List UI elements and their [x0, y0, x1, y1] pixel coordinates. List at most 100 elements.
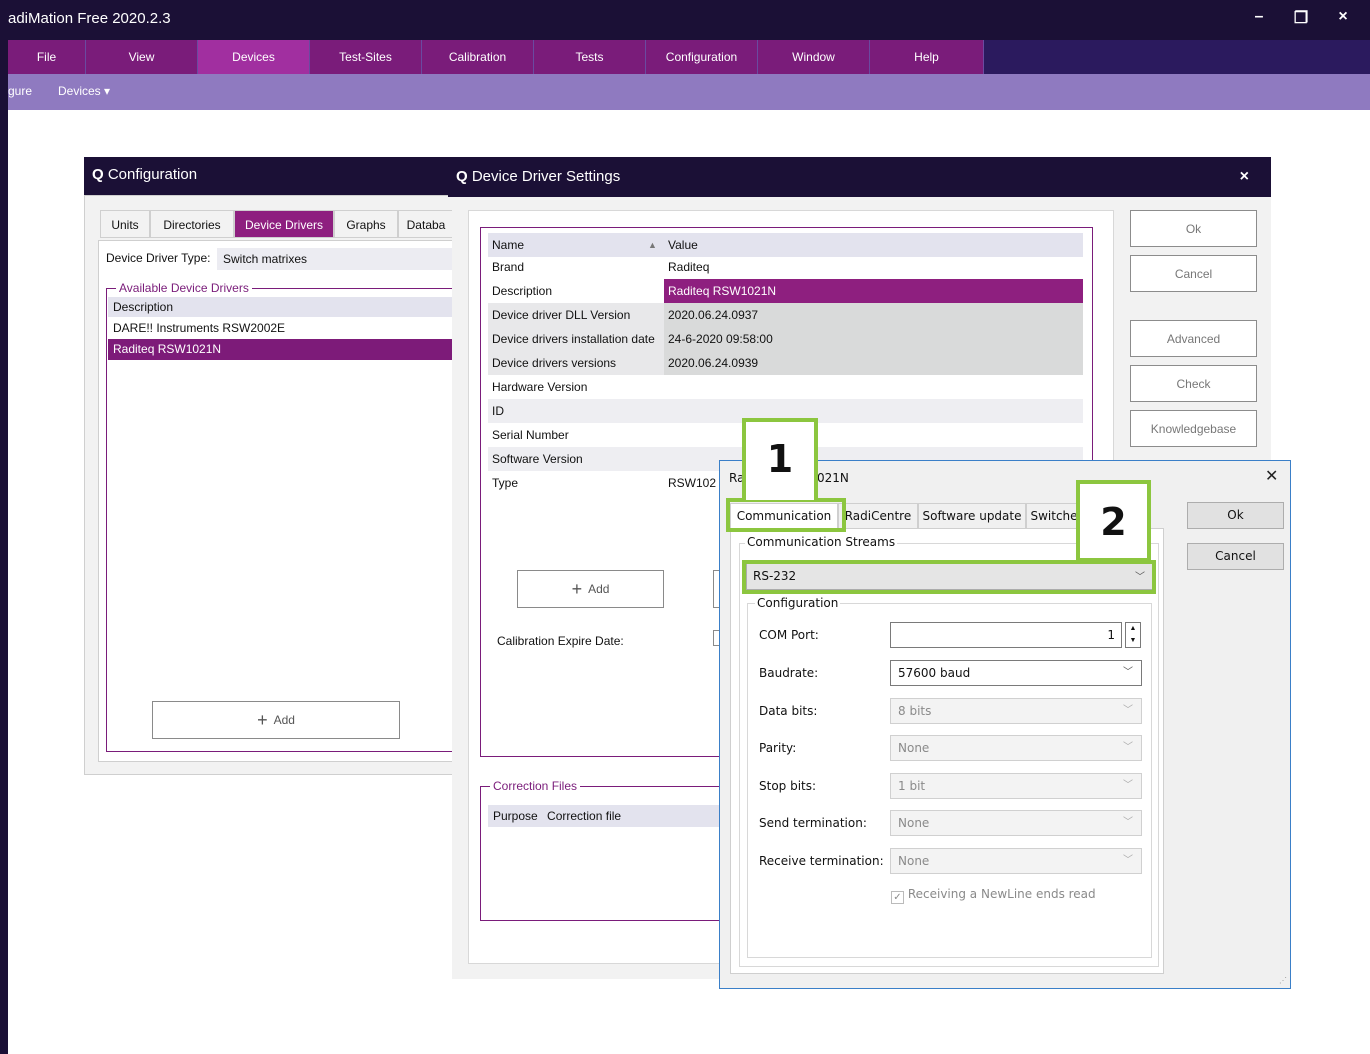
property-value: 24-6-2020 09:58:00 [668, 332, 773, 346]
baudrate-select[interactable]: 57600 baud ﹀ [890, 660, 1142, 686]
chevron-down-icon: ﹀ [1123, 855, 1133, 866]
table-row[interactable]: Device drivers installation date 24-6-202… [488, 327, 1083, 351]
resize-grip-icon[interactable]: ⋰ [1279, 976, 1287, 985]
dialog-ok-button[interactable]: Ok [1187, 502, 1284, 529]
property-grid-header: Name ▲ Value [488, 233, 1083, 257]
purpose-column-header[interactable]: Purpose [493, 809, 538, 823]
driver-type-label: Device Driver Type: [106, 251, 211, 265]
menu-help[interactable]: Help [870, 40, 984, 74]
menu-view[interactable]: View [86, 40, 198, 74]
com-port-stepper[interactable]: 1 [890, 622, 1122, 648]
spin-down-icon[interactable]: ▼ [1130, 637, 1137, 644]
table-row[interactable]: Device drivers versions 2020.06.24.0939 [488, 351, 1083, 375]
correction-file-column-header[interactable]: Correction file [547, 809, 621, 823]
available-drivers-label: Available Device Drivers [116, 281, 252, 295]
menu-tests[interactable]: Tests [534, 40, 646, 74]
close-icon[interactable]: × [1240, 168, 1249, 186]
property-value: 2020.06.24.0937 [668, 308, 759, 322]
minimize-icon[interactable]: – [1244, 8, 1274, 32]
com-port-spin-buttons[interactable]: ▲ ▼ [1125, 622, 1141, 648]
configuration-titlebar: Q Configuration [84, 157, 454, 195]
property-name: Brand [492, 260, 525, 274]
tab-databases[interactable]: Databa [398, 210, 454, 238]
parity-value: None [898, 741, 930, 755]
tab-radicentre[interactable]: RadiCentre [838, 503, 918, 529]
baudrate-value: 57600 baud [898, 666, 971, 680]
property-value: Raditeq RSW1021N [668, 284, 777, 298]
menu-test-sites[interactable]: Test-Sites [310, 40, 422, 74]
newline-checkbox: ✓ Receiving a NewLine ends read [891, 887, 1096, 904]
subtoolbar-devices-dropdown[interactable]: Devices ▾ [58, 84, 110, 98]
add-property-label: Add [588, 582, 610, 596]
sort-up-icon: ▲ [648, 240, 657, 250]
restore-icon[interactable]: ❐ [1286, 8, 1316, 32]
property-name: Serial Number [492, 428, 569, 442]
table-row[interactable]: Device driver DLL Version 2020.06.24.0937 [488, 303, 1083, 327]
app-title: adiMation Free 2020.2.3 [8, 10, 171, 27]
app-titlebar: adiMation Free 2020.2.3 – ❐ × [0, 0, 1370, 40]
property-name: Software Version [492, 452, 583, 466]
tab-graphs[interactable]: Graphs [334, 210, 398, 238]
spin-up-icon[interactable]: ▲ [1130, 625, 1137, 632]
name-column-header[interactable]: Name [492, 233, 524, 257]
table-row[interactable]: Description Raditeq RSW1021N [488, 279, 1083, 303]
chevron-down-icon: ﹀ [1123, 742, 1133, 753]
property-value: Raditeq [668, 260, 710, 274]
device-driver-settings-title: Device Driver Settings [471, 168, 621, 185]
table-row[interactable]: Hardware Version [488, 375, 1083, 399]
driver-type-value: Switch matrixes [223, 252, 308, 266]
property-name: Hardware Version [492, 380, 588, 394]
correction-files-label: Correction Files [490, 779, 581, 793]
callout-highlight-stream-select [742, 560, 1156, 594]
chevron-down-icon: ﹀ [1123, 780, 1133, 791]
tab-device-drivers[interactable]: Device Drivers [234, 210, 334, 238]
list-item[interactable]: Raditeq RSW1021N [108, 339, 454, 360]
cancel-button[interactable]: Cancel [1130, 255, 1257, 292]
close-icon[interactable]: ✕ [1265, 466, 1278, 486]
tab-directories[interactable]: Directories [150, 210, 234, 238]
calibration-expire-label: Calibration Expire Date: [497, 634, 624, 648]
stop-bits-select: 1 bit ﹀ [890, 773, 1142, 799]
receive-termination-value: None [898, 854, 930, 868]
dialog-cancel-button[interactable]: Cancel [1187, 543, 1284, 570]
menu-window[interactable]: Window [758, 40, 870, 74]
menu-file[interactable]: File [8, 40, 86, 74]
subtoolbar-configure[interactable]: gure [8, 84, 32, 98]
property-name: ID [492, 404, 504, 418]
chevron-down-icon: ﹀ [1123, 817, 1133, 828]
send-termination-select: None ﹀ [890, 810, 1142, 836]
ok-button[interactable]: Ok [1130, 210, 1257, 247]
check-button[interactable]: Check [1130, 365, 1257, 402]
newline-checkbox-label: Receiving a NewLine ends read [907, 887, 1096, 901]
send-termination-label: Send termination: [759, 816, 867, 830]
add-driver-button[interactable]: + Add [152, 701, 400, 739]
app-logo-icon: Q [456, 168, 468, 185]
driver-type-select[interactable]: Switch matrixes [217, 248, 454, 270]
property-name: Device driver DLL Version [492, 308, 631, 322]
list-item[interactable]: DARE!! Instruments RSW2002E [108, 318, 454, 339]
configuration-group-label: Configuration [755, 596, 841, 610]
parity-label: Parity: [759, 741, 797, 755]
menu-configuration[interactable]: Configuration [646, 40, 758, 74]
advanced-button[interactable]: Advanced [1130, 320, 1257, 357]
close-icon[interactable]: × [1328, 8, 1358, 32]
correction-files-header: Purpose Correction file [488, 805, 724, 827]
stop-bits-value: 1 bit [898, 779, 926, 793]
menu-devices[interactable]: Devices [198, 40, 310, 74]
data-bits-label: Data bits: [759, 704, 818, 718]
tab-software-update[interactable]: Software update [918, 503, 1026, 529]
drivers-list-header[interactable]: Description [108, 297, 454, 317]
menu-calibration[interactable]: Calibration [422, 40, 534, 74]
plus-icon: + [257, 710, 268, 730]
chevron-down-icon: ﹀ [1123, 705, 1133, 716]
table-row[interactable]: Brand Raditeq [488, 255, 1083, 279]
property-name: Description [492, 284, 553, 298]
value-column-header[interactable]: Value [668, 233, 698, 257]
dialog-title-right: 021N [817, 471, 849, 485]
tab-units[interactable]: Units [100, 210, 150, 238]
data-bits-value: 8 bits [898, 704, 932, 718]
receive-termination-label: Receive termination: [759, 854, 884, 868]
add-property-button[interactable]: + Add [517, 570, 664, 608]
knowledgebase-button[interactable]: Knowledgebase [1130, 410, 1257, 447]
tab-switches[interactable]: Switche [1026, 503, 1082, 529]
